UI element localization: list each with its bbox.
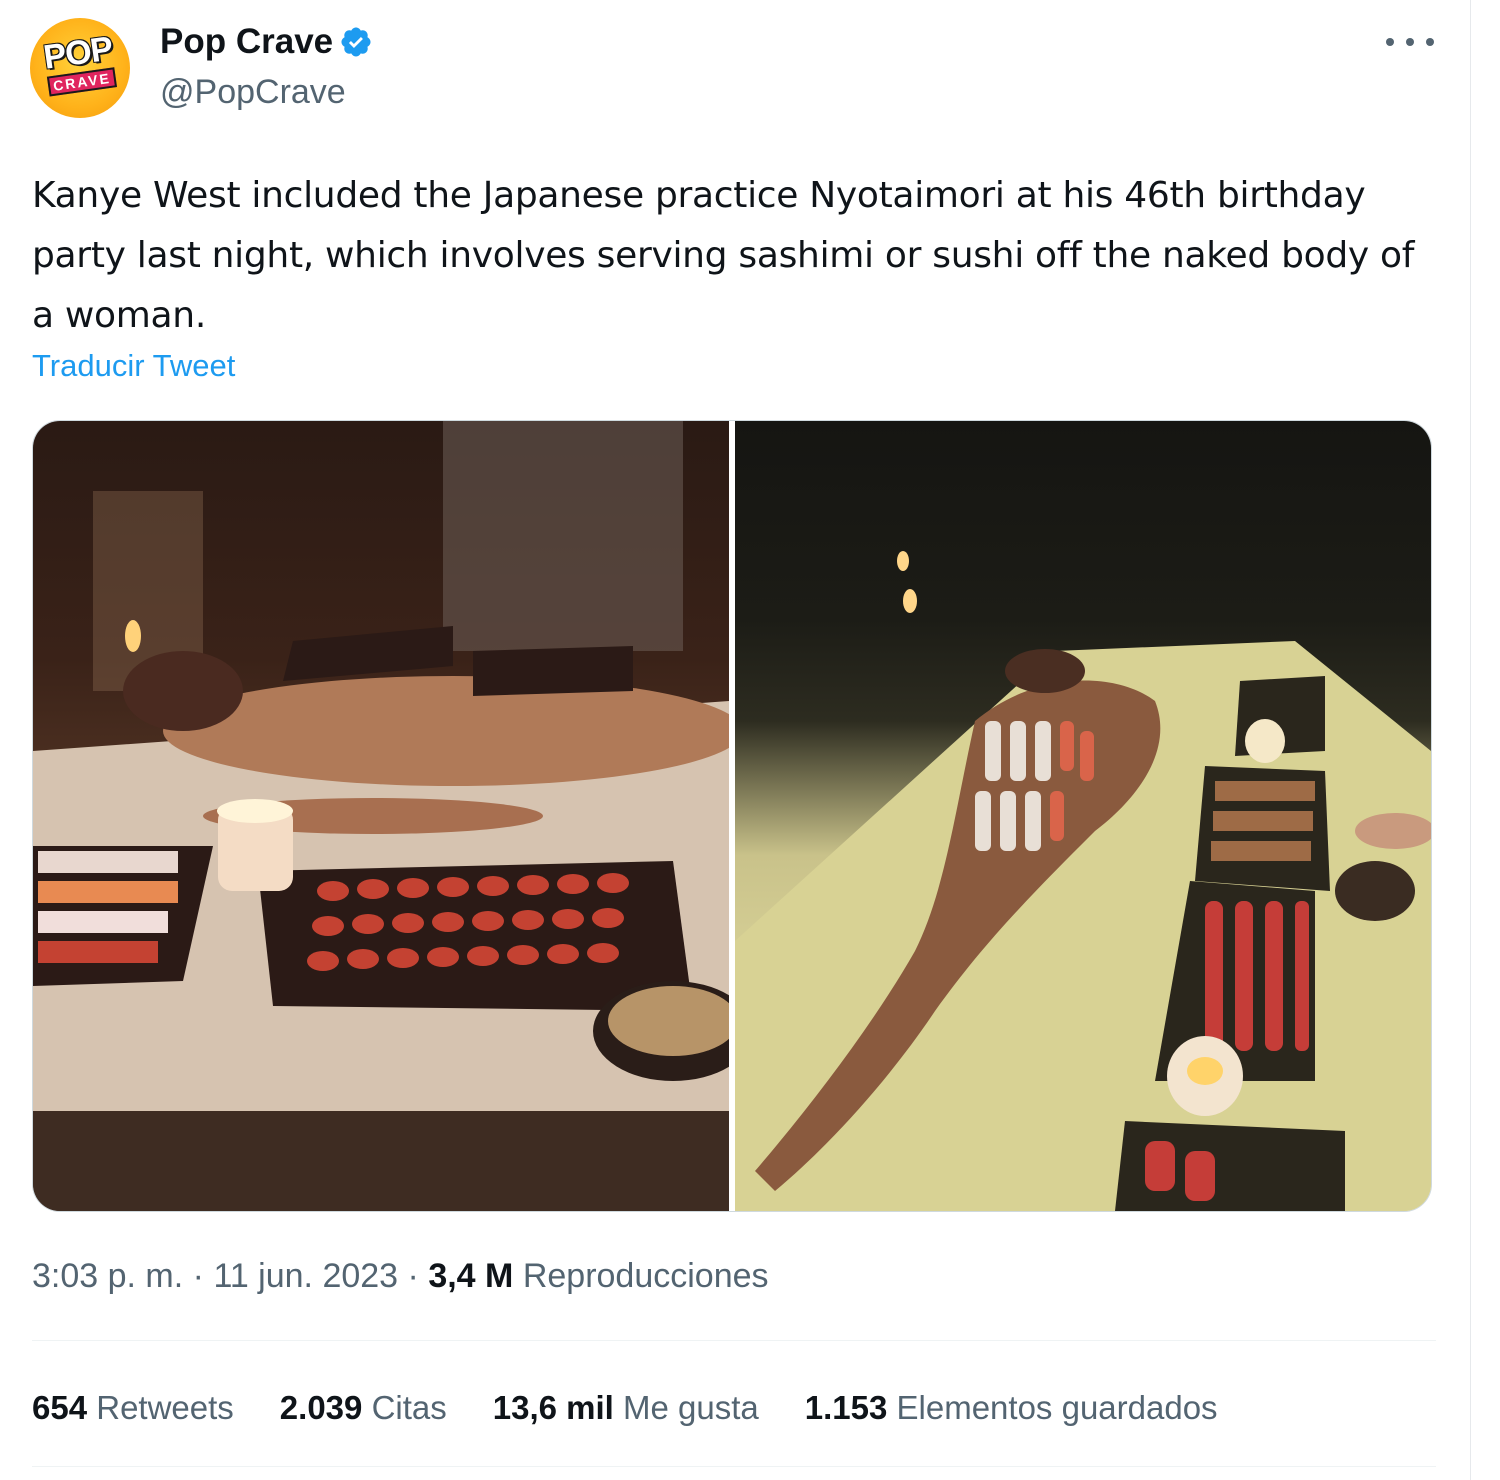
likes-stat[interactable]: 13,6 mil Me gusta [493, 1386, 759, 1430]
views-label: Reproducciones [522, 1257, 769, 1295]
tweet-text: Kanye West included the Japanese practic… [32, 175, 1415, 336]
meta-separator: · [407, 1257, 419, 1295]
photo-1-illustration [33, 421, 729, 1211]
pop-crave-logo: POP CRAVE [36, 30, 124, 106]
avatar[interactable]: POP CRAVE [30, 18, 130, 118]
likes-count: 13,6 mil [492, 1389, 614, 1426]
more-dot [1386, 38, 1394, 46]
bookmarks-label: Elementos guardados [896, 1389, 1218, 1426]
likes-label: Me gusta [623, 1389, 759, 1426]
quotes-label: Citas [371, 1389, 447, 1426]
divider [32, 1466, 1436, 1467]
quotes-count: 2.039 [279, 1389, 363, 1426]
photo-1[interactable] [33, 421, 729, 1211]
translate-tweet-link[interactable]: Traducir Tweet [32, 346, 235, 386]
verified-badge-icon [339, 25, 373, 59]
more-dot [1426, 38, 1434, 46]
photo-2[interactable] [735, 421, 1431, 1211]
views-count: 3,4 M [428, 1257, 514, 1295]
divider [32, 1340, 1436, 1341]
media-grid [32, 420, 1432, 1212]
bookmarks-stat[interactable]: 1.153 Elementos guardados [805, 1386, 1218, 1430]
meta-separator: · [192, 1257, 204, 1295]
engagement-stats: 654 Retweets 2.039 Citas 13,6 mil Me gus… [32, 1386, 1218, 1430]
quotes-stat[interactable]: 2.039 Citas [280, 1386, 447, 1430]
display-name[interactable]: Pop Crave [160, 22, 333, 62]
tweet-card: POP CRAVE Pop Crave @PopCrave Kanye West… [0, 0, 1471, 1480]
author-name-row: Pop Crave [160, 22, 373, 62]
photo-2-illustration [735, 551, 1431, 1211]
more-dot [1406, 38, 1414, 46]
more-horizontal-icon[interactable] [1386, 32, 1434, 52]
author-handle[interactable]: @PopCrave [160, 72, 346, 112]
retweets-label: Retweets [96, 1389, 234, 1426]
retweets-stat[interactable]: 654 Retweets [32, 1386, 234, 1430]
tweet-meta: 3:03 p. m. · 11 jun. 2023 · 3,4 M Reprod… [32, 1254, 769, 1298]
tweet-time[interactable]: 3:03 p. m. [32, 1257, 183, 1295]
tweet-date[interactable]: 11 jun. 2023 [213, 1257, 398, 1295]
retweets-count: 654 [32, 1389, 88, 1426]
bookmarks-count: 1.153 [804, 1389, 888, 1426]
